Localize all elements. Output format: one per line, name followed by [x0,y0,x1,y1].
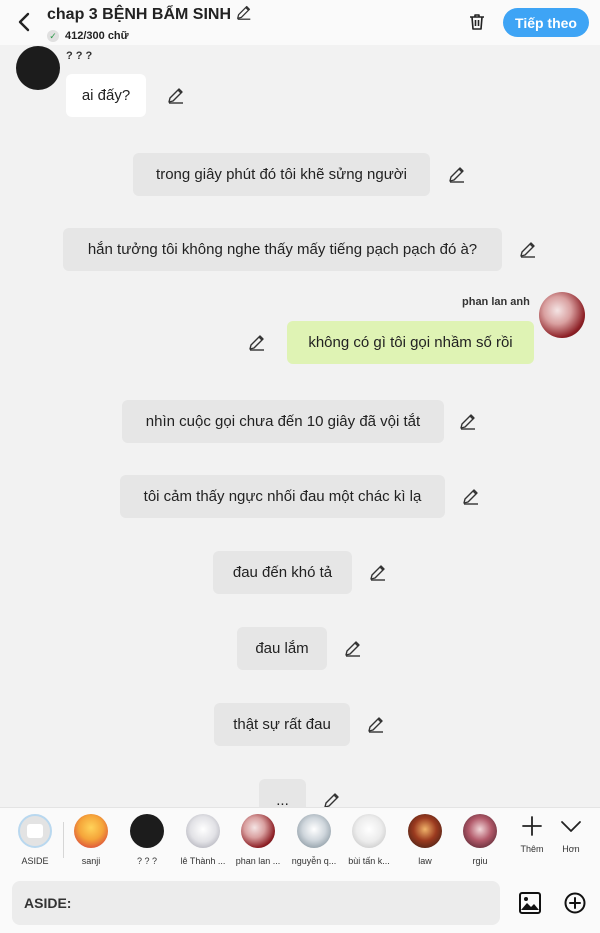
character-bar: ASIDE sanji ? ? ? lê Thành ... phan lan … [0,807,600,873]
avatar-phan-lan-anh[interactable] [539,292,585,338]
plus-icon [522,816,542,836]
character-le-thanh[interactable]: lê Thành ... [175,814,231,866]
character-label: rgiu [472,856,488,866]
more-label: Hơn [562,844,580,854]
avatar [408,814,442,848]
avatar [241,814,275,848]
avatar-unknown[interactable] [16,46,60,90]
pencil-icon[interactable] [461,486,481,506]
pencil-icon[interactable] [343,638,363,658]
message-bubble[interactable]: nhìn cuộc gọi chưa đến 10 giây đã vội tắ… [122,400,444,443]
message-input[interactable] [12,881,500,925]
character-label: sanji [81,856,101,866]
add-character-button[interactable]: Thêm [512,814,552,854]
message-bubble[interactable]: ai đấy? [66,74,146,117]
back-arrow-icon[interactable] [14,11,34,33]
character-unknown[interactable]: ? ? ? [119,814,175,866]
character-label: lê Thành ... [180,856,226,866]
aside-icon [18,814,52,848]
pencil-icon[interactable] [235,3,253,26]
avatar [130,814,164,848]
character-label: bùi tấn k... [348,856,390,866]
character-bui-tan-k[interactable]: bùi tấn k... [341,814,397,866]
message-bubble[interactable]: tôi cảm thấy ngực nhối đau một chác kì l… [120,475,445,518]
avatar [352,814,386,848]
character-phan-lan[interactable]: phan lan ... [230,814,286,866]
avatar [74,814,108,848]
character-aside[interactable]: ASIDE [7,814,63,866]
add-label: Thêm [520,844,544,854]
character-label: law [418,856,432,866]
character-label: nguyễn q... [291,856,337,866]
pencil-icon[interactable] [166,85,186,105]
chapter-title-block: chap 3 BỆNH BẨM SINH ✓ 412/300 chữ [47,3,253,42]
pencil-icon[interactable] [447,164,467,184]
avatar [297,814,331,848]
character-law[interactable]: law [397,814,453,866]
pencil-icon[interactable] [518,239,538,259]
pencil-icon[interactable] [322,790,342,807]
character-sanji[interactable]: sanji [63,814,119,866]
speaker-name: phan lan anh [462,296,530,308]
trash-icon[interactable] [467,12,487,32]
more-button[interactable]: Hơn [551,814,591,854]
message-bubble[interactable]: trong giây phút đó tôi khẽ sửng người [133,153,430,196]
message-bubble[interactable]: ... [259,779,306,807]
add-circle-icon[interactable] [563,891,587,915]
word-count-label: 412/300 chữ [65,30,129,42]
pencil-icon[interactable] [247,332,267,352]
check-icon: ✓ [47,30,59,42]
chevron-down-icon [561,821,581,832]
chat-area[interactable]: ? ? ? ai đấy? trong giây phút đó tôi khẽ… [0,45,600,807]
character-nguyen-q[interactable]: nguyễn q... [286,814,342,866]
speaker-name: ? ? ? [66,50,93,62]
character-rgiu[interactable]: rgiu [452,814,508,866]
message-bubble-user[interactable]: không có gì tôi gọi nhầm số rồi [287,321,534,364]
pencil-icon[interactable] [458,411,478,431]
pencil-icon[interactable] [366,714,386,734]
character-label: phan lan ... [235,856,281,866]
header-bar: chap 3 BỆNH BẨM SINH ✓ 412/300 chữ Tiếp … [0,0,600,45]
image-icon[interactable] [518,891,542,915]
next-button[interactable]: Tiếp theo [503,8,589,37]
message-bubble[interactable]: đau lắm [237,627,327,670]
chapter-title[interactable]: chap 3 BỆNH BẨM SINH [47,6,231,24]
character-label: ASIDE [21,856,49,866]
avatar [463,814,497,848]
message-bubble[interactable]: thật sự rất đau [214,703,350,746]
character-label: ? ? ? [136,856,158,866]
message-bubble[interactable]: hắn tưởng tôi không nghe thấy mấy tiếng … [63,228,502,271]
message-bubble[interactable]: đau đến khó tả [213,551,352,594]
input-bar [0,873,600,933]
avatar [186,814,220,848]
pencil-icon[interactable] [368,562,388,582]
